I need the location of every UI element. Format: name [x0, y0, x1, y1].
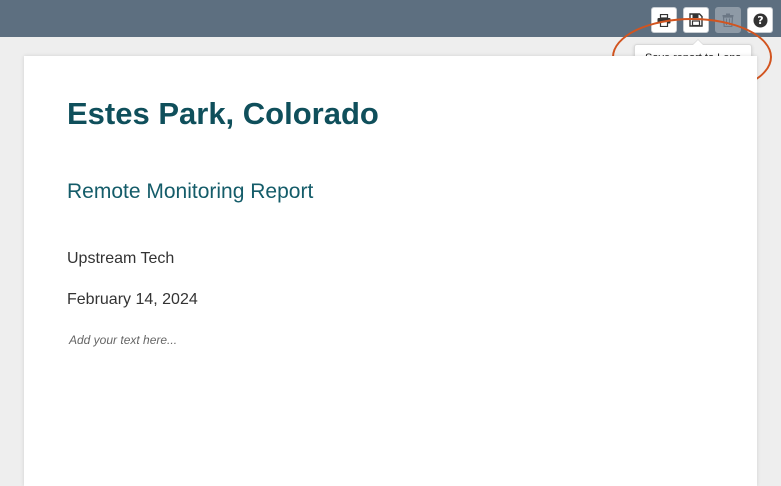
report-organization[interactable]: Upstream Tech — [67, 250, 174, 268]
report-text-editor[interactable]: Add your text here... — [69, 333, 177, 347]
svg-text:?: ? — [757, 14, 763, 27]
report-title[interactable]: Estes Park, Colorado — [67, 96, 379, 132]
report-page: Estes Park, Colorado Remote Monitoring R… — [24, 56, 757, 486]
save-report-button[interactable] — [683, 7, 709, 33]
printer-icon — [657, 13, 671, 27]
floppy-disk-icon — [689, 13, 703, 27]
question-mark-icon: ? — [753, 13, 767, 27]
report-date[interactable]: February 14, 2024 — [67, 291, 198, 309]
top-toolbar: ? — [0, 0, 781, 37]
delete-button[interactable] — [715, 7, 741, 33]
trash-icon — [722, 13, 734, 27]
report-subtitle[interactable]: Remote Monitoring Report — [67, 180, 313, 204]
print-button[interactable] — [651, 7, 677, 33]
help-button[interactable]: ? — [747, 7, 773, 33]
